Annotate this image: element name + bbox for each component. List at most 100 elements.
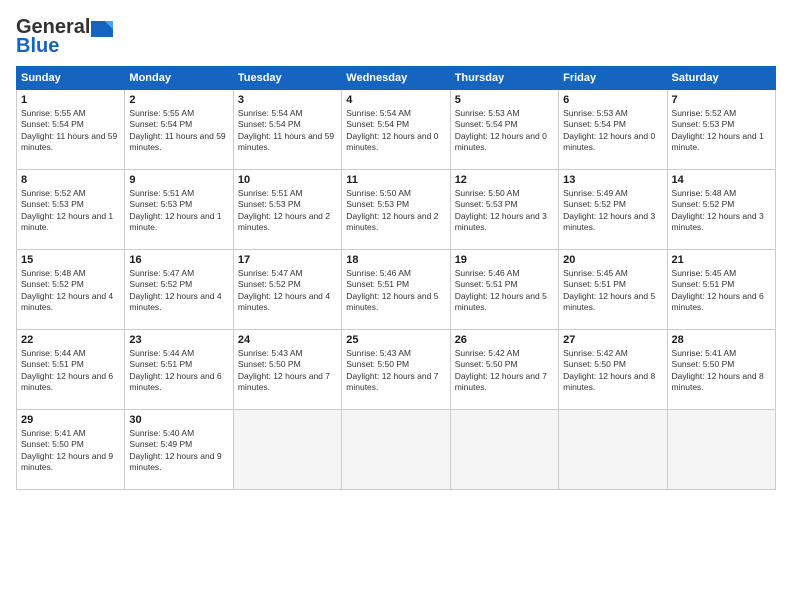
day-number: 18 [346,254,445,266]
weekday-header-friday: Friday [559,67,667,90]
day-number: 26 [455,334,554,346]
calendar-cell: 2 Sunrise: 5:55 AM Sunset: 5:54 PM Daylig… [125,90,233,170]
calendar-cell: 18 Sunrise: 5:46 AM Sunset: 5:51 PM Dayli… [342,250,450,330]
logo: General Blue [16,16,113,58]
day-info: Sunrise: 5:47 AM Sunset: 5:52 PM Dayligh… [129,268,228,314]
calendar-cell: 30 Sunrise: 5:40 AM Sunset: 5:49 PM Dayli… [125,410,233,490]
day-number: 1 [21,94,120,106]
calendar-cell [450,410,558,490]
day-number: 30 [129,414,228,426]
calendar-cell: 20 Sunrise: 5:45 AM Sunset: 5:51 PM Dayli… [559,250,667,330]
day-info: Sunrise: 5:50 AM Sunset: 5:53 PM Dayligh… [455,188,554,234]
week-row-5: 29Sunrise: 5:41 AM Sunset: 5:50 PM Dayli… [17,410,776,490]
calendar-cell: 9 Sunrise: 5:51 AM Sunset: 5:53 PM Daylig… [125,170,233,250]
calendar-cell: 23 Sunrise: 5:44 AM Sunset: 5:51 PM Dayli… [125,330,233,410]
calendar-cell: 28 Sunrise: 5:41 AM Sunset: 5:50 PM Dayli… [667,330,775,410]
day-number: 27 [563,334,662,346]
day-info: Sunrise: 5:45 AM Sunset: 5:51 PM Dayligh… [672,268,771,314]
day-number: 17 [238,254,337,266]
day-number: 2 [129,94,228,106]
day-number: 7 [672,94,771,106]
day-info: Sunrise: 5:54 AM Sunset: 5:54 PM Dayligh… [346,108,445,154]
calendar-cell: 8 Sunrise: 5:52 AM Sunset: 5:53 PM Daylig… [17,170,125,250]
weekday-header-wednesday: Wednesday [342,67,450,90]
day-number: 21 [672,254,771,266]
day-number: 11 [346,174,445,186]
day-number: 20 [563,254,662,266]
day-number: 4 [346,94,445,106]
day-info: Sunrise: 5:42 AM Sunset: 5:50 PM Dayligh… [563,348,662,394]
day-info: Sunrise: 5:47 AM Sunset: 5:52 PM Dayligh… [238,268,337,314]
day-info: Sunrise: 5:53 AM Sunset: 5:54 PM Dayligh… [563,108,662,154]
day-number: 23 [129,334,228,346]
day-number: 28 [672,334,771,346]
day-info: Sunrise: 5:46 AM Sunset: 5:51 PM Dayligh… [455,268,554,314]
day-info: Sunrise: 5:43 AM Sunset: 5:50 PM Dayligh… [238,348,337,394]
logo-blue: Blue [16,35,59,58]
calendar-cell: 19 Sunrise: 5:46 AM Sunset: 5:51 PM Dayli… [450,250,558,330]
week-row-3: 15 Sunrise: 5:48 AM Sunset: 5:52 PM Dayli… [17,250,776,330]
calendar-cell [233,410,341,490]
day-number: 12 [455,174,554,186]
calendar-cell: 15 Sunrise: 5:48 AM Sunset: 5:52 PM Dayli… [17,250,125,330]
calendar-cell: 16 Sunrise: 5:47 AM Sunset: 5:52 PM Dayli… [125,250,233,330]
day-number: 14 [672,174,771,186]
day-info: Sunrise: 5:51 AM Sunset: 5:53 PM Dayligh… [129,188,228,234]
calendar-cell: 29Sunrise: 5:41 AM Sunset: 5:50 PM Dayli… [17,410,125,490]
day-info: Sunrise: 5:48 AM Sunset: 5:52 PM Dayligh… [21,268,120,314]
week-row-2: 8 Sunrise: 5:52 AM Sunset: 5:53 PM Daylig… [17,170,776,250]
calendar-cell: 11Sunrise: 5:50 AM Sunset: 5:53 PM Dayli… [342,170,450,250]
calendar-cell: 3 Sunrise: 5:54 AM Sunset: 5:54 PM Daylig… [233,90,341,170]
calendar-cell: 22 Sunrise: 5:44 AM Sunset: 5:51 PM Dayli… [17,330,125,410]
day-info: Sunrise: 5:41 AM Sunset: 5:50 PM Dayligh… [672,348,771,394]
day-number: 3 [238,94,337,106]
day-info: Sunrise: 5:42 AM Sunset: 5:50 PM Dayligh… [455,348,554,394]
page: General Blue SundayMondayTuesdayWednesda… [0,0,792,612]
day-number: 15 [21,254,120,266]
weekday-header-row: SundayMondayTuesdayWednesdayThursdayFrid… [17,67,776,90]
calendar-cell: 21 Sunrise: 5:45 AM Sunset: 5:51 PM Dayli… [667,250,775,330]
day-info: Sunrise: 5:51 AM Sunset: 5:53 PM Dayligh… [238,188,337,234]
weekday-header-monday: Monday [125,67,233,90]
day-number: 5 [455,94,554,106]
calendar-cell: 25Sunrise: 5:43 AM Sunset: 5:50 PM Dayli… [342,330,450,410]
calendar-table: SundayMondayTuesdayWednesdayThursdayFrid… [16,66,776,490]
calendar-cell: 27 Sunrise: 5:42 AM Sunset: 5:50 PM Dayli… [559,330,667,410]
weekday-header-sunday: Sunday [17,67,125,90]
calendar-cell [667,410,775,490]
week-row-4: 22 Sunrise: 5:44 AM Sunset: 5:51 PM Dayli… [17,330,776,410]
calendar-cell: 12 Sunrise: 5:50 AM Sunset: 5:53 PM Dayli… [450,170,558,250]
day-info: Sunrise: 5:55 AM Sunset: 5:54 PM Dayligh… [21,108,120,154]
calendar-cell [342,410,450,490]
calendar-cell: 1 Sunrise: 5:55 AM Sunset: 5:54 PM Daylig… [17,90,125,170]
calendar-cell: 6 Sunrise: 5:53 AM Sunset: 5:54 PM Daylig… [559,90,667,170]
day-info: Sunrise: 5:40 AM Sunset: 5:49 PM Dayligh… [129,428,228,474]
day-number: 10 [238,174,337,186]
day-number: 6 [563,94,662,106]
weekday-header-saturday: Saturday [667,67,775,90]
calendar-cell: 10 Sunrise: 5:51 AM Sunset: 5:53 PM Dayli… [233,170,341,250]
day-info: Sunrise: 5:54 AM Sunset: 5:54 PM Dayligh… [238,108,337,154]
day-info: Sunrise: 5:46 AM Sunset: 5:51 PM Dayligh… [346,268,445,314]
day-info: Sunrise: 5:44 AM Sunset: 5:51 PM Dayligh… [21,348,120,394]
day-number: 8 [21,174,120,186]
day-info: Sunrise: 5:52 AM Sunset: 5:53 PM Dayligh… [21,188,120,234]
day-info: Sunrise: 5:55 AM Sunset: 5:54 PM Dayligh… [129,108,228,154]
day-number: 24 [238,334,337,346]
calendar-cell: 26 Sunrise: 5:42 AM Sunset: 5:50 PM Dayli… [450,330,558,410]
weekday-header-tuesday: Tuesday [233,67,341,90]
calendar-cell: 7 Sunrise: 5:52 AM Sunset: 5:53 PM Daylig… [667,90,775,170]
day-info: Sunrise: 5:45 AM Sunset: 5:51 PM Dayligh… [563,268,662,314]
day-info: Sunrise: 5:44 AM Sunset: 5:51 PM Dayligh… [129,348,228,394]
day-info: Sunrise: 5:52 AM Sunset: 5:53 PM Dayligh… [672,108,771,154]
day-number: 25 [346,334,445,346]
day-number: 22 [21,334,120,346]
day-number: 13 [563,174,662,186]
calendar-cell: 13Sunrise: 5:49 AM Sunset: 5:52 PM Dayli… [559,170,667,250]
calendar-cell: 17 Sunrise: 5:47 AM Sunset: 5:52 PM Dayli… [233,250,341,330]
day-number: 16 [129,254,228,266]
day-number: 19 [455,254,554,266]
day-number: 9 [129,174,228,186]
calendar-cell: 5Sunrise: 5:53 AM Sunset: 5:54 PM Daylig… [450,90,558,170]
calendar-cell: 24 Sunrise: 5:43 AM Sunset: 5:50 PM Dayli… [233,330,341,410]
